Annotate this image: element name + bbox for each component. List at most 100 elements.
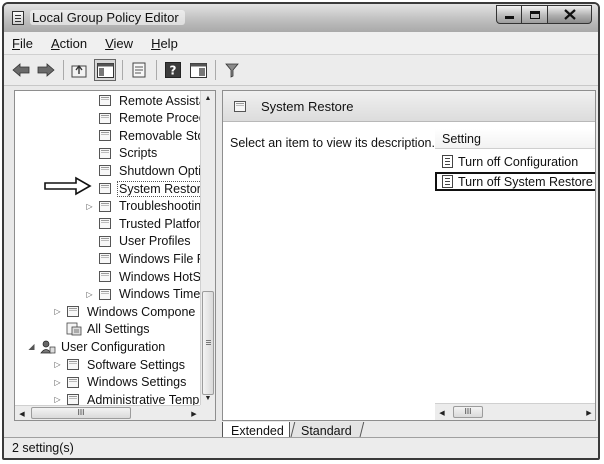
tree-item[interactable]: User Profiles — [85, 233, 191, 250]
expander-placeholder — [53, 325, 62, 334]
folder-icon — [98, 112, 114, 125]
expand-icon[interactable]: ▷ — [53, 307, 62, 316]
menu-action-rest: ction — [59, 35, 88, 51]
menu-action[interactable]: Action — [49, 36, 89, 51]
expander-placeholder — [85, 131, 94, 140]
tab-extended-label: Extended — [231, 423, 284, 438]
expand-icon[interactable]: ▷ — [85, 202, 94, 211]
tree-item[interactable]: Windows File Pi — [85, 250, 208, 267]
back-button[interactable] — [10, 59, 32, 81]
close-button[interactable] — [548, 5, 592, 24]
filter-icon — [225, 63, 239, 78]
expander-placeholder — [85, 254, 94, 263]
tree-item[interactable]: All Settings — [53, 321, 150, 338]
app-icon — [12, 11, 24, 25]
window-controls — [496, 5, 592, 24]
up-folder-button[interactable] — [69, 59, 91, 81]
menu-help[interactable]: Help — [149, 36, 180, 51]
callout-arrow-icon — [44, 176, 92, 196]
collapse-icon[interactable]: ◢ — [27, 342, 36, 351]
scroll-thumb[interactable]: III — [31, 407, 131, 419]
tree-item[interactable]: ◢ User Configuration — [27, 338, 165, 355]
tree-item[interactable]: Scripts — [85, 145, 157, 162]
title-bar[interactable]: Local Group Policy Editor — [4, 4, 598, 33]
folder-icon — [98, 182, 114, 195]
tree-item[interactable]: Remote Proced — [85, 110, 206, 127]
help-button[interactable]: ? — [162, 59, 184, 81]
tree-item[interactable]: ▷ Windows Settings — [53, 374, 186, 391]
scroll-down-button[interactable]: ▼ — [201, 391, 215, 406]
folder-icon — [233, 100, 249, 113]
tree-item[interactable]: ▷ Windows Compone — [53, 303, 195, 320]
expander-placeholder — [85, 219, 94, 228]
tree-item[interactable]: Trusted Platforr — [85, 215, 205, 232]
forward-button[interactable] — [35, 59, 57, 81]
scroll-left-button[interactable]: ◀ — [15, 406, 29, 420]
expander-placeholder — [85, 114, 94, 123]
tree-horizontal-scrollbar[interactable]: ◀ III ▶ — [15, 405, 201, 420]
tree-item[interactable]: Remote Assistai — [85, 92, 209, 109]
tree-item-label: Windows File Pi — [119, 251, 208, 266]
export-list-button[interactable] — [128, 59, 150, 81]
setting-label: Turn off System Restore — [458, 174, 593, 189]
svg-text:?: ? — [170, 64, 177, 78]
expand-icon[interactable]: ▷ — [85, 290, 94, 299]
setting-row-highlighted[interactable]: Turn off System Restore — [435, 172, 595, 191]
folder-icon — [98, 270, 114, 283]
tree-vertical-scrollbar[interactable]: ▲ ▼ — [200, 91, 215, 406]
window-title: Local Group Policy Editor — [30, 10, 185, 25]
details-pane: System Restore Select an item to view it… — [222, 90, 596, 421]
toolbar-separator — [215, 60, 216, 80]
folder-icon — [98, 217, 114, 230]
menu-file[interactable]: File — [10, 36, 35, 51]
expander-placeholder — [85, 237, 94, 246]
expand-icon[interactable]: ▷ — [53, 360, 62, 369]
details-title: System Restore — [261, 98, 354, 114]
expander-placeholder — [85, 149, 94, 158]
tree-item-label: Software Settings — [87, 357, 185, 372]
status-bar: 2 setting(s) — [4, 437, 598, 458]
expand-icon[interactable]: ▷ — [53, 395, 62, 404]
tree-item[interactable]: ▷ Troubleshootin — [85, 198, 201, 215]
tree-item[interactable]: Windows HotSt — [85, 268, 204, 285]
expander-placeholder — [85, 166, 94, 175]
settings-horizontal-scrollbar[interactable]: ◀ III ▶ — [435, 403, 595, 420]
tree-item[interactable]: ▷ Software Settings — [53, 356, 185, 373]
status-text: 2 setting(s) — [12, 441, 74, 455]
tree-item[interactable]: Shutdown Optic — [85, 162, 207, 179]
show-hide-tree-button[interactable] — [94, 59, 116, 81]
folder-icon — [98, 288, 114, 301]
scroll-right-button[interactable]: ▶ — [582, 405, 595, 420]
folder-icon — [66, 376, 82, 389]
filter-button[interactable] — [221, 59, 243, 81]
properties-button[interactable] — [187, 59, 209, 81]
folder-icon — [98, 129, 114, 142]
toolbar-separator — [156, 60, 157, 80]
menu-view-rest: iew — [113, 35, 134, 51]
folder-icon — [66, 358, 82, 371]
settings-list[interactable]: Setting Turn off Configuration Turn off … — [435, 129, 595, 420]
expand-icon[interactable]: ▷ — [53, 378, 62, 387]
console-tree[interactable]: Remote Assistai Remote Proced Removable St… — [14, 90, 216, 421]
menu-view[interactable]: View — [103, 36, 135, 51]
folder-icon — [66, 305, 82, 318]
expander-placeholder — [85, 96, 94, 105]
scroll-thumb[interactable]: III — [453, 406, 483, 418]
folder-icon — [98, 164, 114, 177]
scroll-up-button[interactable]: ▲ — [201, 91, 215, 106]
tree-item[interactable]: ▷ Windows Time — [85, 286, 200, 303]
scroll-right-button[interactable]: ▶ — [187, 406, 201, 420]
scroll-left-button[interactable]: ◀ — [435, 405, 449, 420]
maximize-button[interactable] — [522, 5, 548, 24]
scroll-thumb[interactable] — [202, 291, 214, 395]
tree-item-label: Shutdown Optic — [119, 163, 208, 178]
tree-item[interactable]: System Restore — [85, 180, 210, 197]
minimize-button[interactable] — [496, 5, 522, 24]
toolbar-separator — [122, 60, 123, 80]
setting-row[interactable]: Turn off Configuration — [440, 152, 584, 171]
folder-icon — [98, 235, 114, 248]
tree-item[interactable]: Removable Stor — [85, 127, 209, 144]
tree-item-label: Windows Compone — [87, 304, 196, 319]
tree-item-label: User Configuration — [61, 339, 166, 354]
column-header-setting[interactable]: Setting — [435, 129, 595, 149]
